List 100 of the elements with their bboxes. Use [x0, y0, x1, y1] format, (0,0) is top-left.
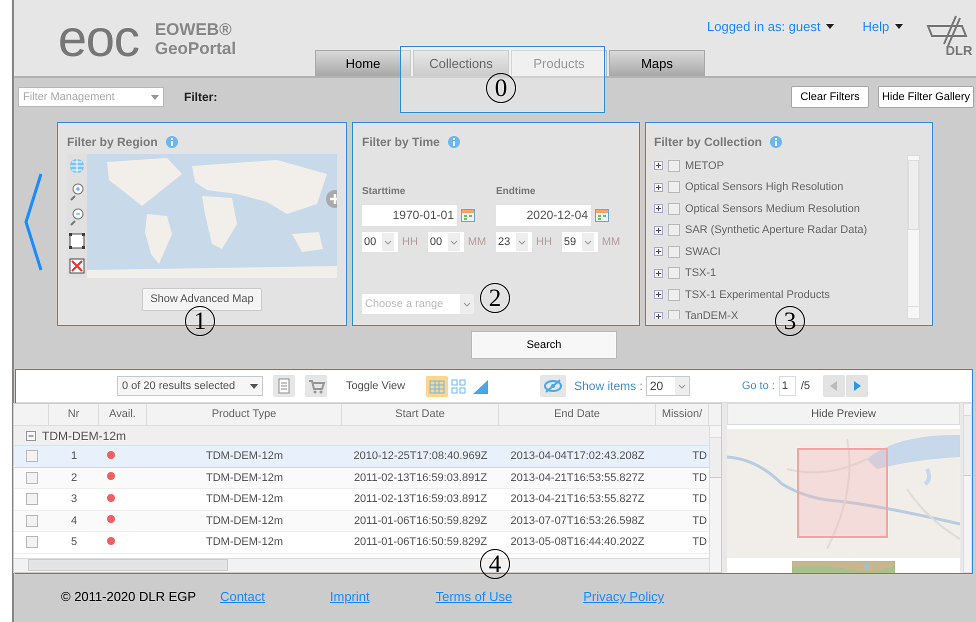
table-cell-text: TD	[691, 470, 708, 486]
cart-icon[interactable]	[305, 375, 327, 397]
column-header[interactable]: Nr	[49, 404, 99, 425]
checkbox[interactable]	[26, 536, 38, 548]
calendar-icon[interactable]	[461, 209, 475, 222]
date-field[interactable]: 1970-01-01	[362, 205, 457, 226]
show-items-label: Show items :	[574, 378, 643, 395]
chevron-left-icon[interactable]	[23, 172, 43, 272]
page-field[interactable]: 1	[778, 376, 796, 396]
search-button[interactable]: Search	[471, 331, 617, 359]
nav-tab[interactable]: Home	[315, 50, 411, 76]
info-icon[interactable]	[166, 136, 178, 148]
time-label: Starttime	[362, 185, 406, 199]
expand-plus-icon[interactable]	[654, 204, 663, 214]
logo-title: EOWEB®	[154, 20, 233, 39]
eye-slash-icon[interactable]	[540, 375, 566, 397]
time-select[interactable]: 00	[362, 232, 398, 252]
checkbox[interactable]	[668, 288, 680, 301]
checkbox[interactable]	[26, 514, 38, 527]
expand-plus-icon[interactable]	[654, 161, 663, 170]
previous-page-icon[interactable]	[823, 375, 846, 397]
items-per-page-select[interactable]: 20	[646, 376, 690, 396]
caret-down-icon	[448, 233, 460, 251]
column-header[interactable]: End Date	[499, 404, 656, 425]
vertical-scrollbar[interactable]	[963, 403, 972, 573]
table-cell-text: 2011-01-06T16:50:59.829Z	[352, 514, 488, 528]
scrollbar[interactable]	[907, 155, 920, 319]
filter-button[interactable]: Hide Filter Gallery	[878, 86, 974, 108]
table-cell-text: 3	[70, 492, 78, 507]
column-header[interactable]: Mission/	[656, 404, 709, 425]
table-cell-text: TDM-DEM-12m	[205, 470, 284, 486]
checkbox[interactable]	[668, 224, 680, 236]
checkbox[interactable]	[668, 160, 680, 172]
time-select[interactable]: 00	[428, 232, 464, 252]
table-cell-text: TDM-DEM-12m	[205, 535, 284, 550]
checkbox[interactable]	[26, 493, 38, 506]
unit-label: HH	[536, 234, 552, 250]
checkbox[interactable]	[26, 450, 38, 462]
next-page-icon[interactable]	[846, 375, 868, 397]
checkbox[interactable]	[668, 267, 680, 280]
time-select[interactable]: 59	[562, 232, 598, 252]
expand-plus-icon[interactable]	[654, 247, 663, 256]
time-select[interactable]: 23	[496, 232, 532, 252]
column-header[interactable]: Avail.	[99, 404, 147, 425]
filter-button[interactable]: Clear Filters	[791, 86, 869, 108]
caret-down-icon	[250, 384, 258, 388]
table-row[interactable]: 1 TDM-DEM-12m 2010-12-25T17:08:40.969Z 2013-04-04T17:02:43.208Z TD	[14, 446, 709, 468]
table-cell-text: 2011-01-06T16:50:59.829Z	[352, 535, 488, 550]
collection-label: SAR (Synthetic Aperture Radar Data)	[685, 223, 868, 238]
collapse-icon[interactable]	[26, 430, 36, 440]
logo-text: DLR	[946, 44, 972, 57]
expand-plus-icon[interactable]	[654, 226, 663, 235]
collection-label: METOP	[685, 158, 724, 174]
checkbox[interactable]	[668, 310, 680, 319]
collection-label: Optical Sensors Medium Resolution	[685, 202, 860, 216]
table-cell-text: 4	[70, 514, 78, 528]
selection-dropdown[interactable]: 0 of 20 results selected	[117, 376, 263, 396]
caret-down-icon	[382, 233, 394, 251]
table-row[interactable]: 2 TDM-DEM-12m 2011-02-13T16:59:03.891Z 2013-04-21T16:53:55.827Z TD	[14, 468, 709, 489]
panel-title: Filter by Collection	[654, 134, 762, 151]
table-cell-text: TD	[691, 492, 708, 507]
column-header[interactable]: Product Type	[147, 404, 342, 425]
list-icon[interactable]	[273, 375, 295, 397]
expand-plus-icon[interactable]	[654, 268, 663, 278]
info-icon[interactable]	[770, 136, 782, 148]
table-cell-text: 1	[70, 449, 78, 464]
checkbox[interactable]	[668, 181, 680, 194]
table-cell-text: TD	[691, 535, 708, 550]
info-icon[interactable]	[448, 136, 460, 148]
date-field[interactable]: 2020-12-04	[496, 205, 591, 226]
column-header[interactable]: Start Date	[342, 404, 499, 425]
unit-label: MM	[468, 234, 486, 250]
caret-down-icon	[151, 94, 159, 100]
panel-title: Filter by Time	[362, 134, 440, 151]
expand-plus-icon[interactable]	[654, 312, 663, 319]
nav-tab[interactable]: Maps	[609, 50, 705, 76]
unit-label: HH	[402, 234, 418, 250]
calendar-icon[interactable]	[595, 209, 609, 222]
expand-plus-icon[interactable]	[654, 290, 663, 300]
table-cell-text: 2010-12-25T17:08:40.969Z	[352, 449, 488, 464]
show-advanced-map-button[interactable]: Show Advanced Map	[142, 288, 262, 311]
table-cell-text: TD	[691, 449, 708, 464]
copyright-text: © 2011-2020 DLR EGP	[61, 588, 196, 606]
checkbox[interactable]	[668, 246, 680, 258]
table-cell-text: 2013-04-21T16:53:55.827Z	[510, 492, 646, 507]
vertical-scrollbar[interactable]	[709, 426, 721, 572]
table-view-icon[interactable]	[426, 376, 448, 396]
caret-down-icon	[516, 233, 528, 251]
table-cell-text: TDM-DEM-12m	[205, 492, 284, 507]
checkbox[interactable]	[668, 202, 680, 215]
table-row[interactable]: 4 TDM-DEM-12m 2011-01-06T16:50:59.829Z 2013-07-07T16:53:26.598Z TD	[14, 510, 709, 532]
checkbox[interactable]	[26, 472, 38, 484]
group-label: TDM-DEM-12m	[42, 428, 126, 444]
table-cell-text: TDM-DEM-12m	[205, 514, 284, 528]
table-cell-text: 5	[70, 535, 78, 550]
expand-plus-icon[interactable]	[654, 182, 663, 192]
nav-tab[interactable]: Collections	[413, 50, 509, 76]
go-to-label: Go to :	[742, 378, 775, 394]
hide-preview-button[interactable]: Hide Preview	[727, 403, 960, 425]
caret-down-icon	[582, 233, 594, 251]
